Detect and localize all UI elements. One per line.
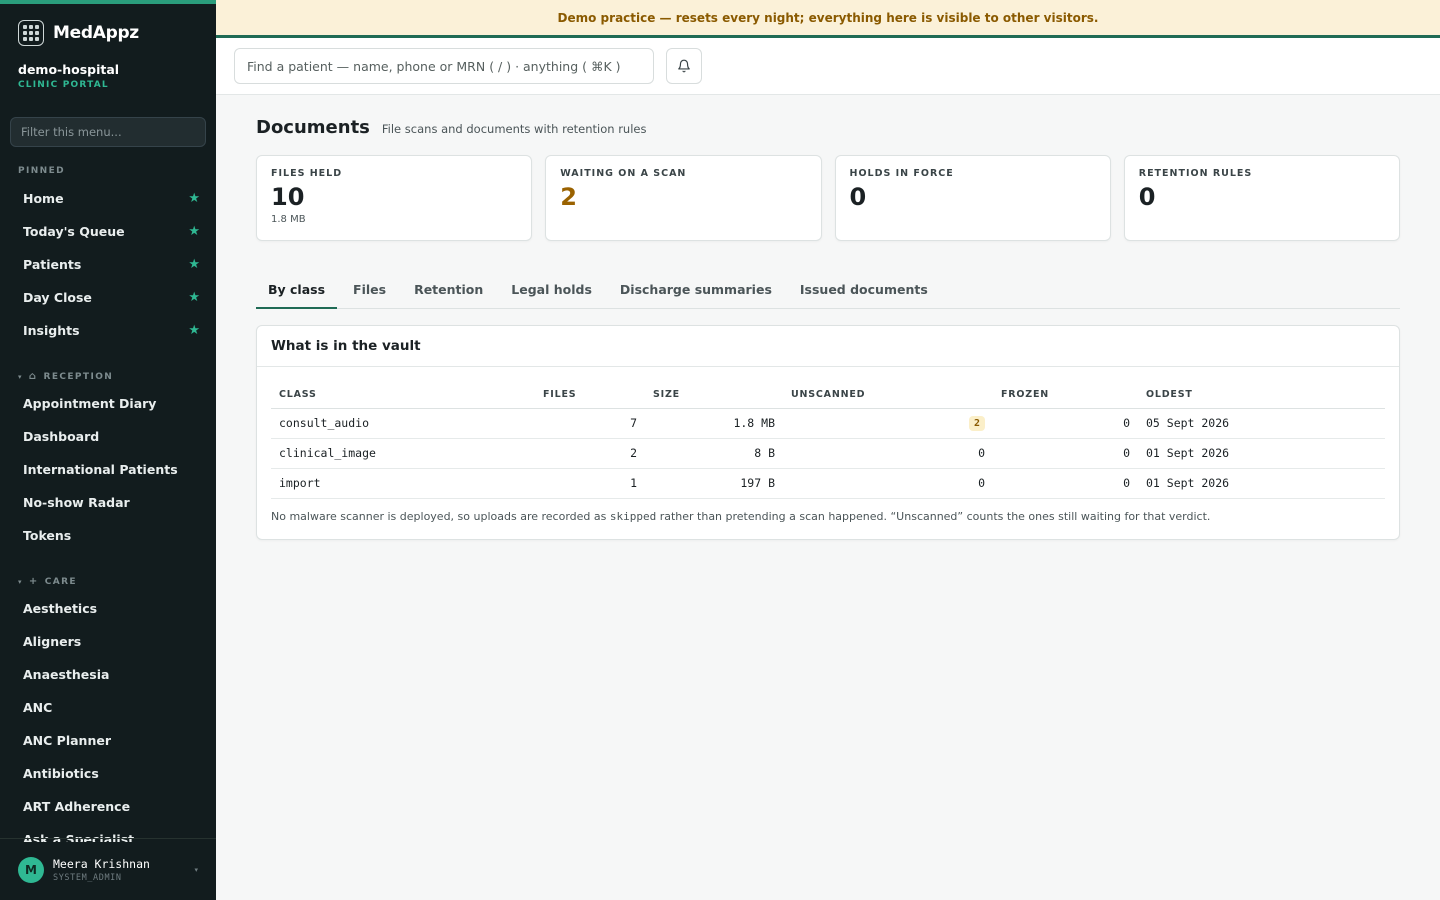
table-row[interactable]: clinical_image 2 8 B 0 0 01 Sept 2026 bbox=[271, 438, 1385, 469]
reception-nav: Appointment Diary Dashboard Internationa… bbox=[0, 387, 216, 552]
building-icon: ⌂ bbox=[28, 371, 38, 382]
tab-legal-holds[interactable]: Legal holds bbox=[499, 272, 604, 309]
patient-search-input[interactable] bbox=[234, 48, 654, 84]
vault-card: What is in the vault CLASS FILES SIZE UN… bbox=[256, 325, 1400, 540]
nav-item-appointment-diary[interactable]: Appointment Diary bbox=[0, 387, 216, 420]
cell-size: 197 B bbox=[645, 468, 783, 499]
cell-frozen: 0 bbox=[993, 468, 1138, 499]
top-bar bbox=[216, 38, 1440, 95]
bell-icon bbox=[678, 59, 690, 73]
sidebar: MedAppz demo-hospital CLINIC PORTAL PINN… bbox=[0, 0, 216, 900]
cell-files: 2 bbox=[535, 438, 645, 469]
column-header-oldest: OLDEST bbox=[1138, 382, 1385, 409]
nav-item-anc[interactable]: ANC bbox=[0, 691, 216, 724]
pinned-section-label: PINNED bbox=[18, 166, 66, 176]
vault-table: CLASS FILES SIZE UNSCANNED FROZEN OLDEST… bbox=[271, 382, 1385, 499]
caret-down-icon: ▾ bbox=[18, 577, 23, 586]
star-icon[interactable]: ★ bbox=[188, 191, 200, 206]
cell-size: 1.8 MB bbox=[645, 408, 783, 439]
tab-retention[interactable]: Retention bbox=[402, 272, 495, 309]
org-name: demo-hospital bbox=[18, 62, 120, 77]
notifications-button[interactable] bbox=[666, 48, 702, 84]
nav-item-anc-planner[interactable]: ANC Planner bbox=[0, 724, 216, 757]
cell-frozen: 0 bbox=[993, 438, 1138, 469]
cell-files: 1 bbox=[535, 468, 645, 499]
column-header-class: CLASS bbox=[271, 382, 535, 409]
user-role: SYSTEM_ADMIN bbox=[53, 872, 122, 883]
star-icon[interactable]: ★ bbox=[188, 224, 200, 239]
care-nav: Aesthetics Aligners Anaesthesia ANC ANC … bbox=[0, 592, 216, 842]
nav-item-art-adherence[interactable]: ART Adherence bbox=[0, 790, 216, 823]
nav-item-anaesthesia[interactable]: Anaesthesia bbox=[0, 658, 216, 691]
column-header-files: FILES bbox=[535, 382, 645, 409]
table-header-row: CLASS FILES SIZE UNSCANNED FROZEN OLDEST bbox=[271, 382, 1385, 409]
cell-oldest: 01 Sept 2026 bbox=[1138, 468, 1385, 499]
star-icon[interactable]: ★ bbox=[188, 290, 200, 305]
skipped-code: skipped bbox=[609, 510, 657, 523]
user-menu[interactable]: M Meera Krishnan SYSTEM_ADMIN ▾ bbox=[0, 838, 216, 900]
column-header-unscanned: UNSCANNED bbox=[783, 382, 993, 409]
table-row[interactable]: consult_audio 7 1.8 MB 2 0 05 Sept 2026 bbox=[271, 408, 1385, 439]
pinned-nav: Home ★ Today's Queue ★ Patients ★ Day Close… bbox=[0, 182, 216, 347]
unscanned-badge: 2 bbox=[968, 416, 985, 431]
nav-item-international-patients[interactable]: International Patients bbox=[0, 453, 216, 486]
table-row[interactable]: import 1 197 B 0 0 01 Sept 2026 bbox=[271, 468, 1385, 499]
cell-files: 7 bbox=[535, 408, 645, 439]
tab-by-class[interactable]: By class bbox=[256, 272, 338, 309]
vault-card-title: What is in the vault bbox=[257, 326, 1399, 367]
nav-item-patients[interactable]: Patients ★ bbox=[0, 248, 216, 281]
reception-section-toggle[interactable]: ▾ ⌂ RECEPTION bbox=[18, 371, 113, 382]
tab-discharge-summaries[interactable]: Discharge summaries bbox=[608, 272, 784, 309]
brand-logo-icon bbox=[18, 20, 44, 46]
org-info: demo-hospital CLINIC PORTAL bbox=[18, 62, 119, 90]
page-title: Documents bbox=[256, 117, 370, 138]
cell-unscanned: 0 bbox=[783, 468, 993, 499]
avatar: M bbox=[18, 856, 44, 883]
nav-item-antibiotics[interactable]: Antibiotics bbox=[0, 757, 216, 790]
cell-unscanned: 2 bbox=[783, 408, 993, 439]
stat-waiting-on-scan: WAITING ON A SCAN 2 bbox=[545, 155, 822, 241]
stat-retention-rules: RETENTION RULES 0 bbox=[1123, 155, 1400, 241]
page-header: Documents File scans and documents with … bbox=[256, 117, 647, 138]
cell-oldest: 01 Sept 2026 bbox=[1138, 438, 1385, 469]
cell-class: clinical_image bbox=[271, 438, 535, 469]
care-section-toggle[interactable]: ▾ + CARE bbox=[18, 576, 77, 587]
cell-frozen: 0 bbox=[993, 408, 1138, 439]
brand[interactable]: MedAppz bbox=[18, 20, 139, 46]
nav-item-home[interactable]: Home ★ bbox=[0, 182, 216, 215]
nav-item-day-close[interactable]: Day Close ★ bbox=[0, 281, 216, 314]
caret-down-icon: ▾ bbox=[18, 372, 23, 381]
page-subtitle: File scans and documents with retention … bbox=[381, 122, 647, 136]
brand-name: MedAppz bbox=[53, 23, 139, 43]
column-header-frozen: FROZEN bbox=[993, 382, 1138, 409]
tab-issued-documents[interactable]: Issued documents bbox=[788, 272, 940, 309]
menu-filter-input[interactable] bbox=[10, 117, 206, 147]
nav-item-aligners[interactable]: Aligners bbox=[0, 625, 216, 658]
nav-item-insights[interactable]: Insights ★ bbox=[0, 314, 216, 347]
cell-oldest: 05 Sept 2026 bbox=[1138, 408, 1385, 439]
vault-footnote: No malware scanner is deployed, so uploa… bbox=[271, 510, 1211, 523]
nav-item-tokens[interactable]: Tokens bbox=[0, 519, 216, 552]
cell-class: consult_audio bbox=[271, 408, 535, 439]
star-icon[interactable]: ★ bbox=[188, 257, 200, 272]
caret-down-icon: ▾ bbox=[194, 865, 198, 874]
cell-unscanned: 0 bbox=[783, 438, 993, 469]
document-tabs: By class Files Retention Legal holds Dis… bbox=[256, 272, 1400, 309]
cell-size: 8 B bbox=[645, 438, 783, 469]
column-header-size: SIZE bbox=[645, 382, 783, 409]
user-name: Meera Krishnan bbox=[53, 856, 150, 871]
nav-item-dashboard[interactable]: Dashboard bbox=[0, 420, 216, 453]
nav-item-aesthetics[interactable]: Aesthetics bbox=[0, 592, 216, 625]
star-icon[interactable]: ★ bbox=[188, 323, 200, 338]
nav-item-todays-queue[interactable]: Today's Queue ★ bbox=[0, 215, 216, 248]
org-subtitle: CLINIC PORTAL bbox=[18, 80, 109, 90]
demo-banner: Demo practice — resets every night; ever… bbox=[216, 0, 1440, 38]
plus-icon: + bbox=[28, 576, 39, 587]
nav-item-no-show-radar[interactable]: No-show Radar bbox=[0, 486, 216, 519]
stat-files-held: FILES HELD 10 1.8 MB bbox=[256, 155, 533, 241]
tab-files[interactable]: Files bbox=[341, 272, 398, 309]
stat-cards: FILES HELD 10 1.8 MB WAITING ON A SCAN 2… bbox=[256, 155, 1400, 241]
cell-class: import bbox=[271, 468, 535, 499]
stat-holds-in-force: HOLDS IN FORCE 0 bbox=[834, 155, 1111, 241]
